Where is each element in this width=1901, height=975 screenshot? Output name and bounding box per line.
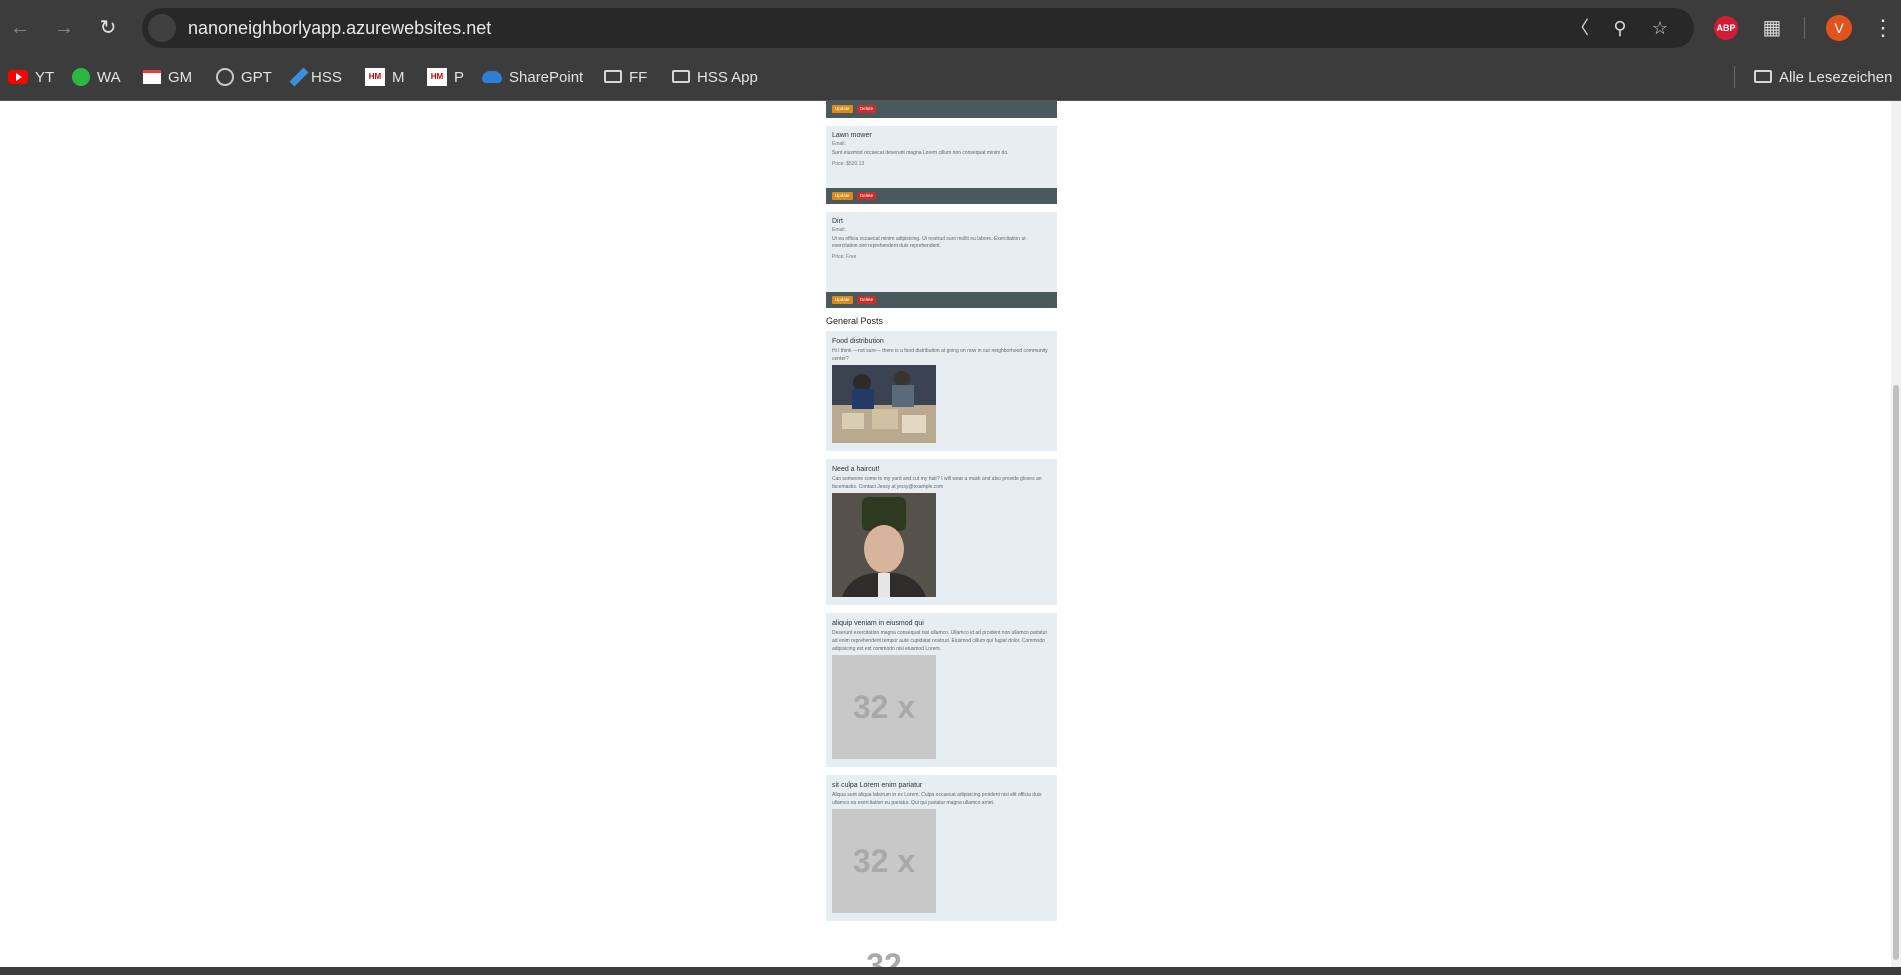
chatgpt-icon [216, 67, 234, 86]
extensions-puzzle-icon[interactable]: ▦ [1758, 12, 1786, 44]
whatsapp-icon [72, 67, 90, 86]
product-card: Lawn mower Email: Sunt eiusmod occaecat … [826, 126, 1057, 204]
card-body: Dirt Email: Ut ea officia occaecat minim… [826, 212, 1057, 292]
gmail-icon [143, 69, 161, 84]
bookmark-label: M [392, 69, 405, 86]
update-button[interactable]: Update [832, 192, 853, 200]
window-bottom-edge [0, 967, 1901, 975]
bookmark-yt[interactable]: YT [8, 56, 54, 100]
delete-button[interactable]: Delete [857, 105, 877, 113]
content-column: Update Delete Lawn mower Email: Sunt eiu… [826, 101, 1057, 967]
folder-icon [604, 70, 622, 84]
post-description: Aliqua sunt aliqua laborum in ex Lorem. … [832, 792, 1042, 806]
delete-button[interactable]: Delete [857, 192, 877, 200]
post-description: Can someone come to my yard and cut my h… [832, 476, 1042, 490]
post-title: Food distribution [832, 338, 884, 345]
scrollbar-thumb[interactable] [1893, 385, 1899, 960]
portrait-photo [832, 493, 936, 597]
bookmark-gpt[interactable]: GPT [216, 56, 272, 100]
address-bar[interactable]: nanoneighborlyapp.azurewebsites.net 〈 ⚲ … [142, 8, 1694, 48]
product-description: Sunt eiusmod occaecat deserunt magna Lor… [832, 150, 1009, 156]
reload-icon[interactable]: ↻ [94, 14, 122, 42]
product-card-previous: Update Delete [826, 101, 1057, 118]
post-body: Food distribution Hi I think —not sure— … [826, 331, 1057, 451]
product-price: Price: $520.13 [832, 161, 865, 167]
bookmark-sharepoint[interactable]: SharePoint [482, 56, 583, 100]
toolbar-divider [1804, 17, 1805, 39]
post-description: Deserunt exercitation magna consequat ni… [832, 630, 1048, 652]
bookmark-label: SharePoint [509, 69, 584, 86]
placeholder-image: 32 x 32 [832, 655, 936, 829]
url-text[interactable]: nanoneighborlyapp.azurewebsites.net [188, 8, 491, 48]
bookmark-label: HSS App [697, 69, 758, 86]
bookmark-star-icon[interactable]: ☆ [1646, 14, 1674, 42]
post-card: Food distribution Hi I think —not sure— … [826, 331, 1057, 451]
bookmark-label: WA [97, 69, 121, 86]
bookmarks-bar: YT WA GM GPT HSS HM M HM P SharePoint FF H… [0, 56, 1901, 101]
post-description: Hi I think —not sure— there is a food di… [832, 348, 1048, 362]
update-button[interactable]: Update [832, 296, 853, 304]
folder-icon [672, 70, 690, 84]
profile-avatar[interactable]: V [1826, 15, 1852, 41]
bookmark-ff[interactable]: FF [604, 56, 647, 100]
post-card: aliquip veniam in eiusmod qui Deserunt e… [826, 613, 1057, 829]
cloud-icon [482, 70, 502, 83]
bookmark-label: P [454, 69, 465, 86]
post-body: sit culpa Lorem enim pariatur Aliqua sun… [826, 775, 1057, 967]
menu-kebab-icon[interactable]: ⋮ [1872, 12, 1894, 44]
product-card: Dirt Email: Ut ea officia occaecat minim… [826, 212, 1057, 308]
hss-icon [289, 67, 309, 87]
translate-icon[interactable]: 〈 [1566, 14, 1594, 42]
product-email: Email: [832, 227, 846, 233]
folder-icon [1754, 70, 1772, 84]
food-photo-illustration [832, 365, 936, 443]
food-distribution-photo [832, 365, 936, 443]
hm-icon: HM [427, 67, 447, 86]
portrait-illustration [832, 493, 936, 597]
forward-arrow-icon[interactable]: → [50, 14, 78, 42]
post-title: aliquip veniam in eiusmod qui [832, 620, 924, 627]
product-description: Ut ea officia occaecat minim adipisicing… [832, 236, 1026, 249]
product-title: Dirt [832, 218, 843, 225]
bookmark-label: GPT [241, 69, 272, 86]
bookmark-hss[interactable]: HSS [289, 56, 342, 100]
bookmark-hss-app[interactable]: HSS App [672, 56, 758, 100]
bookmark-m[interactable]: HM M [365, 56, 405, 100]
bookmark-label: Alle Lesezeichen [1779, 69, 1893, 86]
post-title: Need a haircut! [832, 466, 880, 473]
card-action-bar: Update Delete [826, 188, 1057, 204]
update-button[interactable]: Update [832, 105, 853, 113]
adblock-extension-icon[interactable]: ABP [1714, 16, 1738, 40]
bookmark-wa[interactable]: WA [72, 56, 121, 100]
product-title: Lawn mower [832, 132, 872, 139]
card-action-bar: Update Delete [826, 292, 1057, 308]
bookmark-label: GM [168, 69, 193, 86]
bookmark-p[interactable]: HM P [427, 56, 464, 100]
youtube-icon [8, 69, 28, 84]
post-title: sit culpa Lorem enim pariatur [832, 782, 923, 789]
delete-button[interactable]: Delete [857, 296, 877, 304]
post-card: sit culpa Lorem enim pariatur Aliqua sun… [826, 775, 1057, 967]
card-body: Lawn mower Email: Sunt eiusmod occaecat … [826, 126, 1057, 188]
page-viewport: Update Delete Lawn mower Email: Sunt eiu… [0, 101, 1901, 967]
back-arrow-icon[interactable]: ← [6, 14, 34, 42]
bookmark-label: FF [629, 69, 648, 86]
bookmark-gm[interactable]: GM [143, 56, 192, 100]
product-email: Email: [832, 141, 846, 147]
general-posts-heading: General Posts [826, 316, 884, 326]
bookmark-label: YT [35, 69, 55, 86]
card-action-bar: Update Delete [826, 101, 1057, 118]
browser-toolbar: ← → ↻ nanoneighborlyapp.azurewebsites.ne… [0, 0, 1901, 56]
zoom-icon[interactable]: ⚲ [1606, 14, 1634, 42]
product-price: Price: Free [832, 254, 857, 260]
post-body: aliquip veniam in eiusmod qui Deserunt e… [826, 613, 1057, 829]
bookmark-all[interactable]: Alle Lesezeichen [1754, 56, 1892, 100]
site-info-icon[interactable] [148, 14, 176, 42]
bookmark-label: HSS [311, 69, 342, 86]
post-body: Need a haircut! Can someone come to my y… [826, 459, 1057, 605]
post-card: Need a haircut! Can someone come to my y… [826, 459, 1057, 605]
placeholder-image: 32 x 32 [832, 809, 936, 967]
bookmarks-divider [1734, 66, 1735, 88]
hm-icon: HM [365, 67, 385, 86]
